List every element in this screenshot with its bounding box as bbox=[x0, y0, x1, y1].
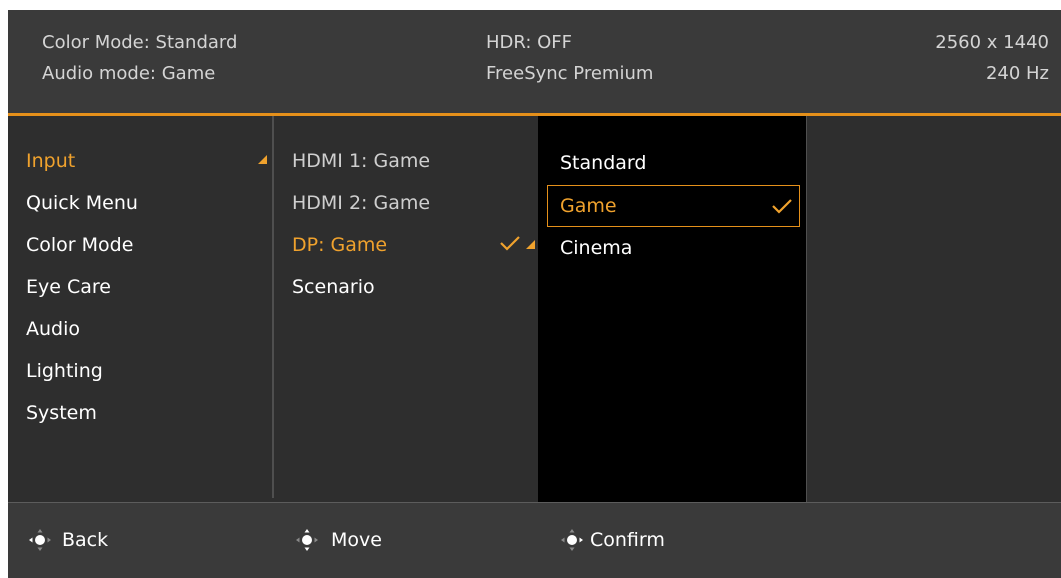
input-item-hdmi2[interactable]: HDMI 2: Game bbox=[292, 191, 430, 215]
menu-body bbox=[8, 116, 1061, 502]
move-label: Move bbox=[331, 529, 382, 551]
column-divider bbox=[272, 116, 274, 498]
menu-item-eye-care[interactable]: Eye Care bbox=[26, 275, 111, 299]
refresh-rate-status: 240 Hz bbox=[985, 63, 1049, 84]
menu-item-quick-menu[interactable]: Quick Menu bbox=[26, 191, 138, 215]
resolution-status: 2560 x 1440 bbox=[935, 32, 1049, 53]
mode-item-cinema[interactable]: Cinema bbox=[560, 236, 632, 260]
joystick-icon bbox=[29, 529, 51, 551]
menu-item-lighting[interactable]: Lighting bbox=[26, 359, 103, 383]
column-divider-right bbox=[806, 116, 807, 502]
input-item-hdmi1[interactable]: HDMI 1: Game bbox=[292, 149, 430, 173]
control-footer: Back Move Confirm bbox=[8, 503, 1061, 578]
back-label: Back bbox=[62, 529, 109, 551]
joystick-icon bbox=[561, 529, 583, 551]
submenu-arrow-icon bbox=[258, 155, 267, 164]
mode-item-standard[interactable]: Standard bbox=[560, 151, 646, 175]
color-mode-status: Color Mode: Standard bbox=[42, 32, 238, 53]
joystick-icon bbox=[296, 529, 318, 551]
mode-item-game[interactable]: Game bbox=[560, 194, 617, 218]
confirm-label: Confirm bbox=[590, 529, 665, 551]
check-icon bbox=[772, 199, 792, 214]
status-header: Color Mode: Standard Audio mode: Game HD… bbox=[8, 10, 1061, 113]
menu-item-system[interactable]: System bbox=[26, 401, 97, 425]
menu-item-input[interactable]: Input bbox=[26, 149, 75, 173]
input-item-dp[interactable]: DP: Game bbox=[292, 233, 387, 257]
check-icon bbox=[500, 236, 520, 251]
menu-item-color-mode[interactable]: Color Mode bbox=[26, 233, 133, 257]
menu-item-audio[interactable]: Audio bbox=[26, 317, 80, 341]
audio-mode-status: Audio mode: Game bbox=[42, 63, 216, 84]
submenu-arrow-icon bbox=[526, 240, 535, 249]
freesync-status: FreeSync Premium bbox=[486, 63, 654, 84]
monitor-osd: Color Mode: Standard Audio mode: Game HD… bbox=[8, 10, 1061, 578]
input-item-scenario[interactable]: Scenario bbox=[292, 275, 375, 299]
hdr-status: HDR: OFF bbox=[486, 32, 573, 53]
